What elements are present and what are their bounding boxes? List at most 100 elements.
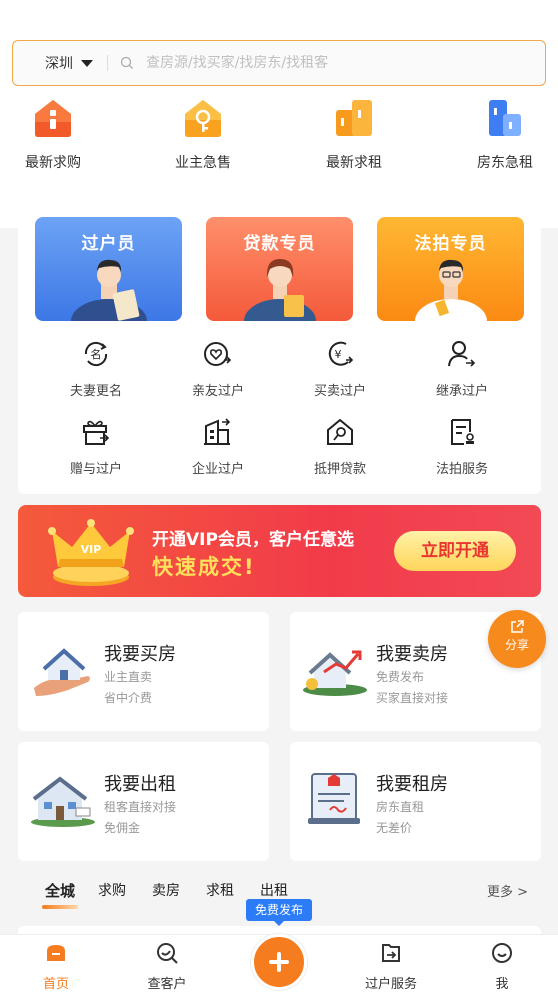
agent-card-auction[interactable]: 法拍专员	[377, 217, 524, 321]
share-label: 分享	[504, 638, 529, 652]
enterprise-icon	[204, 418, 231, 445]
service-label: 赠与过户	[69, 462, 122, 477]
tab-label: 首页	[42, 977, 69, 992]
agent-title: 贷款专员	[243, 234, 316, 254]
quick-entry-row: 最新求购 业主急售 最新求租 房东急租	[0, 96, 558, 180]
agent-title: 过户员	[81, 234, 136, 254]
share-button[interactable]: 分享	[488, 610, 546, 668]
service-label: 企业过户	[191, 462, 244, 477]
heart-transfer-icon	[204, 342, 232, 366]
service-enterprise-transfer[interactable]: 企业过户	[168, 416, 268, 477]
tab-transfer-service[interactable]: 过户服务	[351, 941, 431, 992]
filter-tab-sell[interactable]: 卖房	[152, 880, 180, 900]
house-growth-icon	[303, 650, 367, 696]
crown-icon: VIP	[48, 519, 134, 586]
vip-title: 开通VIP会员，客户任意选	[152, 530, 354, 550]
tab-me[interactable]: 我	[462, 941, 542, 992]
contract-icon	[308, 773, 360, 824]
quick-item-label: 最新求租	[326, 155, 382, 171]
house-rent-icon	[31, 776, 95, 827]
filter-tab-seek-rent[interactable]: 求租	[206, 880, 234, 900]
search-bar: 深圳	[12, 40, 546, 86]
filter-tab-rent-out[interactable]: 出租	[260, 880, 288, 900]
publish-tooltip: 免费发布	[246, 899, 312, 926]
person-transfer-icon	[448, 341, 476, 367]
service-gift-transfer[interactable]: 赠与过户	[46, 416, 146, 477]
house-hand-icon	[34, 648, 90, 696]
tab-label: 我	[495, 977, 509, 992]
city-label: 深圳	[45, 56, 73, 72]
status-bar	[0, 0, 558, 28]
tile-subtitle: 买家直接对接	[376, 691, 449, 705]
tile-subtitle: 租客直接对接	[104, 800, 177, 814]
service-label: 亲友过户	[191, 384, 244, 399]
filter-tab-buy[interactable]: 求购	[98, 880, 126, 900]
search-divider	[107, 55, 108, 71]
tab-home[interactable]: 首页	[16, 941, 96, 992]
more-link[interactable]: 更多 >	[487, 881, 528, 900]
tile-rent-house[interactable]: 我要租房 房东直租 无差价	[290, 742, 541, 861]
agent-card-loan[interactable]: 贷款专员	[206, 217, 353, 321]
agent-title: 法拍专员	[414, 234, 487, 254]
search-icon	[120, 56, 133, 69]
agent-card-transfer[interactable]: 过户员	[35, 217, 182, 321]
tab-label: 查客户	[147, 977, 187, 992]
transfer-service-icon	[382, 944, 400, 962]
quick-item-label: 业主急售	[175, 155, 231, 171]
filter-tab-all[interactable]: 全城	[41, 880, 79, 909]
service-auction[interactable]: 法拍服务	[412, 416, 512, 477]
service-sale-transfer[interactable]: ¥ 买卖过户	[290, 338, 390, 399]
quick-item-owner-sale[interactable]: 业主急售	[158, 96, 248, 172]
quick-item-landlord-rent[interactable]: 房东急租	[460, 96, 550, 172]
service-label: 继承过户	[435, 384, 488, 399]
vip-open-button[interactable]: 立即开通	[394, 531, 516, 571]
tile-subtitle: 省中介费	[104, 691, 153, 705]
city-selector[interactable]: 深圳	[45, 53, 93, 73]
tile-subtitle: 无差价	[376, 821, 413, 835]
quick-item-label: 房东急租	[477, 155, 533, 171]
tile-rent-out[interactable]: 我要出租 租客直接对接 免佣金	[18, 742, 269, 861]
add-publish-button[interactable]	[251, 934, 307, 990]
house-red-icon	[35, 100, 71, 137]
svg-text:名: 名	[91, 347, 102, 361]
tile-title: 我要买房	[104, 644, 176, 665]
tab-label: 过户服务	[364, 977, 417, 992]
rename-icon: 名	[84, 341, 108, 367]
house-key-icon	[185, 100, 221, 137]
share-icon	[511, 620, 524, 633]
quick-item-label: 最新求购	[25, 155, 81, 171]
home-icon	[47, 945, 65, 961]
gift-icon	[83, 420, 110, 445]
tile-subtitle: 业主直卖	[104, 670, 153, 684]
document-stamp-icon	[451, 419, 474, 445]
search-client-icon	[157, 943, 178, 964]
service-inherit-transfer[interactable]: 继承过户	[412, 338, 512, 399]
service-spouse-rename[interactable]: 名 夫妻更名	[46, 338, 146, 399]
tile-title: 我要租房	[376, 774, 448, 795]
chevron-down-icon	[81, 59, 93, 67]
tile-title: 我要卖房	[376, 644, 448, 665]
service-family-transfer[interactable]: 亲友过户	[168, 338, 268, 399]
tile-subtitle: 房东直租	[376, 800, 425, 814]
service-label: 抵押贷款	[313, 462, 366, 477]
smile-icon	[492, 943, 512, 963]
quick-item-latest-rent[interactable]: 最新求租	[309, 96, 399, 172]
tile-subtitle: 免佣金	[104, 821, 141, 835]
house-mortgage-icon	[327, 418, 353, 445]
quick-item-latest-buy[interactable]: 最新求购	[8, 96, 98, 172]
yuan-transfer-icon: ¥	[328, 341, 354, 366]
tile-title: 我要出租	[104, 774, 176, 795]
vip-subtitle: 快速成交!	[152, 555, 256, 579]
vip-banner[interactable]: VIP 开通VIP会员，客户任意选 快速成交! 立即开通	[18, 505, 541, 597]
tab-search-client[interactable]: 查客户	[127, 941, 207, 992]
svg-text:¥: ¥	[335, 348, 342, 361]
tile-buy-house[interactable]: 我要买房 业主直卖 省中介费	[18, 612, 269, 731]
search-input[interactable]	[146, 55, 406, 71]
buildings-blue-icon	[489, 100, 521, 136]
buildings-orange-icon	[336, 100, 372, 136]
service-mortgage-loan[interactable]: 抵押贷款	[290, 416, 390, 477]
service-label: 法拍服务	[435, 462, 488, 477]
crown-vip-text: VIP	[81, 543, 102, 556]
service-label: 夫妻更名	[69, 384, 122, 399]
tile-subtitle: 免费发布	[376, 670, 425, 684]
